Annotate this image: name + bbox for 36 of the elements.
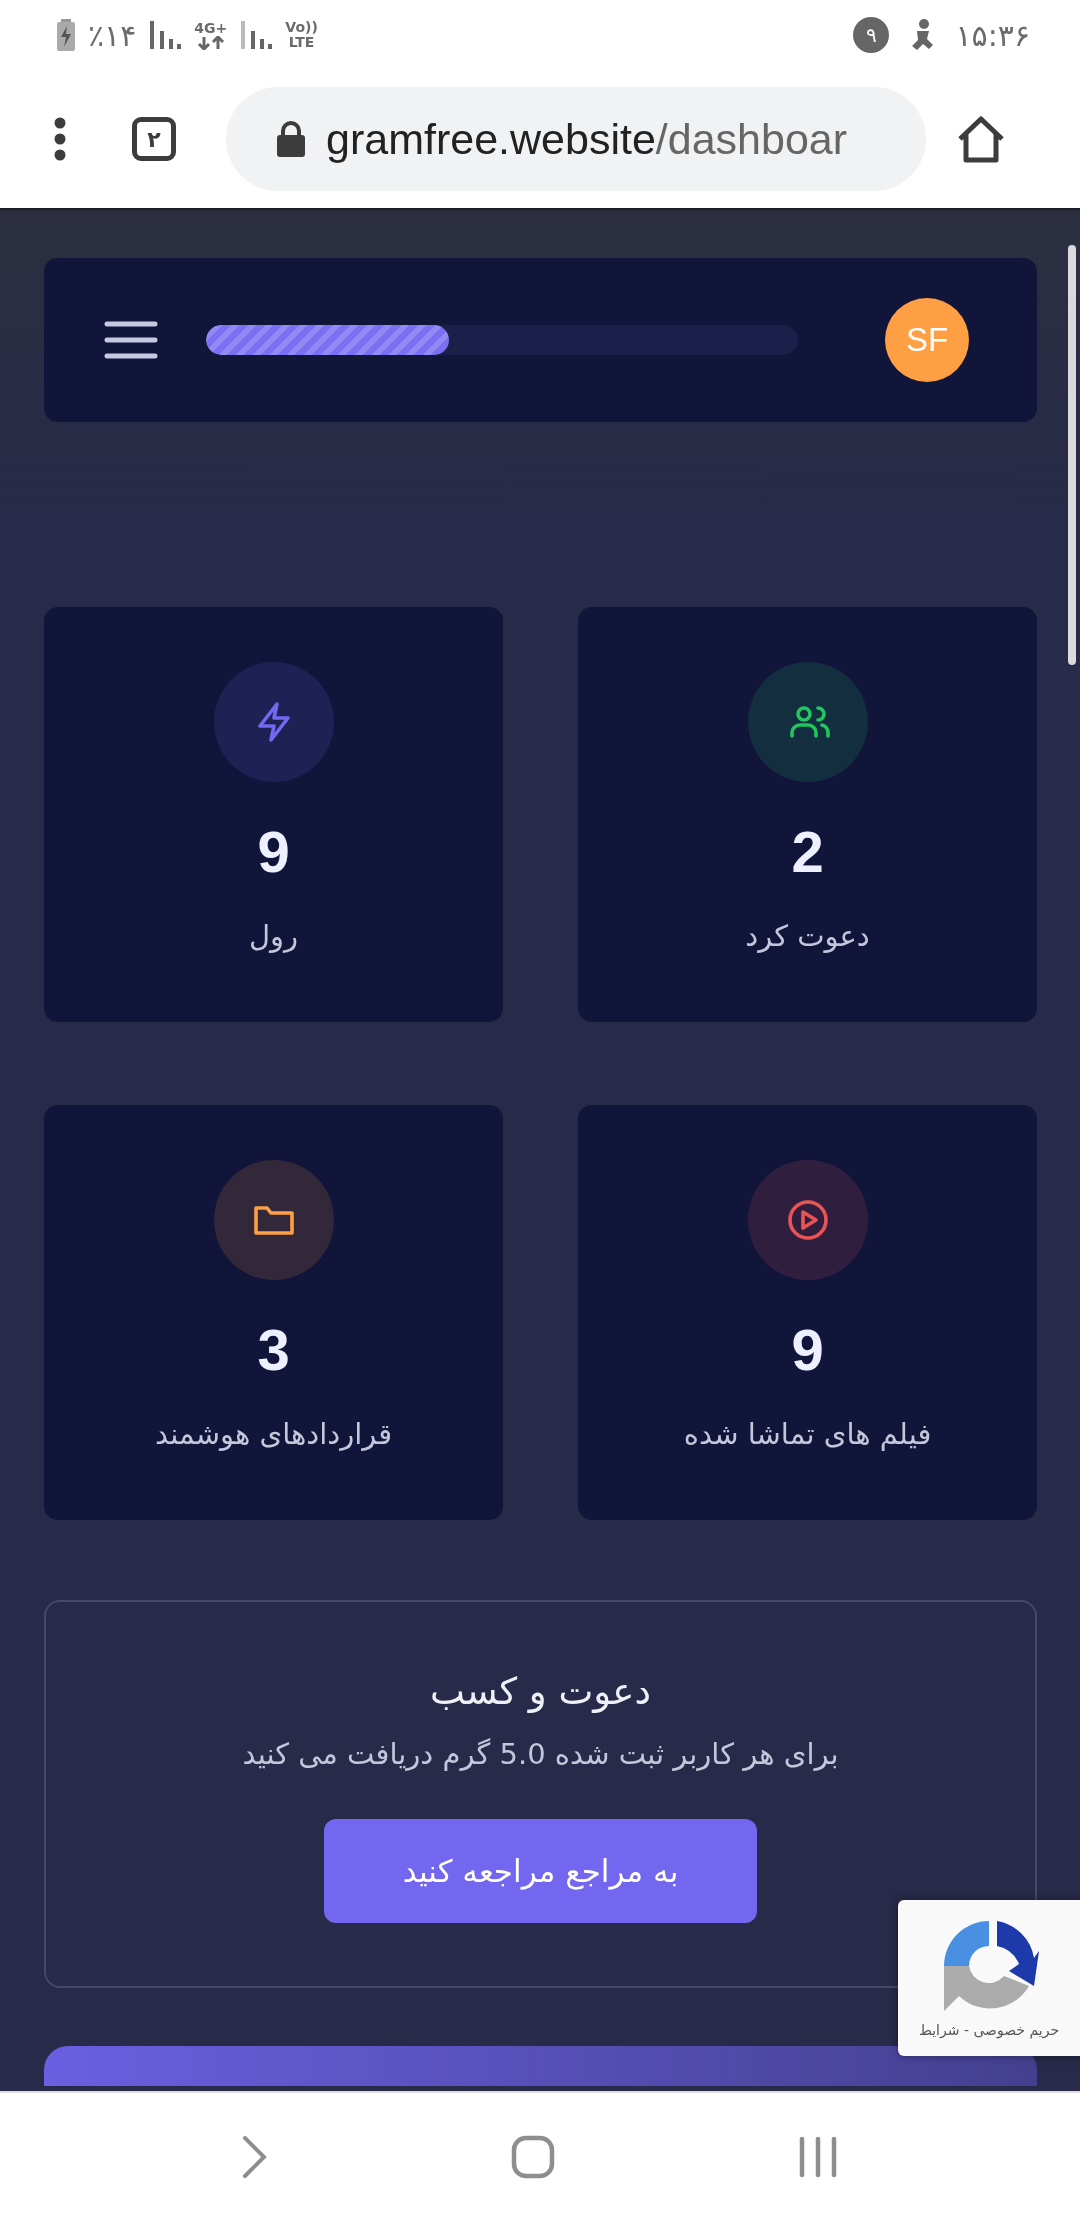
stat-value: 9	[257, 818, 290, 885]
battery-icon	[56, 19, 76, 51]
invite-text: برای هر کاربر ثبت شده 5.0 گرم دریافت می کنید	[242, 1737, 839, 1771]
lightning-icon	[213, 662, 334, 782]
menu-icon[interactable]	[104, 320, 158, 360]
volte-label: LTE	[287, 35, 316, 50]
stat-value: 3	[257, 1316, 290, 1383]
users-icon	[747, 662, 868, 782]
folder-icon	[213, 1160, 334, 1280]
privacy-terms-links[interactable]: حریم خصوصی - شرایط	[918, 2022, 1060, 2038]
lock-icon	[276, 121, 306, 157]
signal-icon	[239, 21, 274, 49]
home-icon[interactable]	[956, 115, 1006, 163]
stat-value: 2	[791, 818, 824, 885]
referral-button[interactable]: به مراجع مراجعه کنید	[324, 1819, 757, 1923]
back-icon[interactable]	[241, 2134, 268, 2179]
network-type: 4G+	[194, 20, 228, 36]
stat-label: فیلم های تماشا شده	[683, 1417, 932, 1451]
recent-apps-icon[interactable]	[798, 2135, 839, 2178]
more-options-icon[interactable]	[54, 117, 66, 161]
stat-label: رول	[248, 919, 299, 953]
url-text: gramfree.website/dashboar	[326, 114, 848, 164]
data-arrows-icon	[196, 35, 225, 50]
stat-value: 9	[791, 1316, 824, 1383]
volte-label: Vo))	[285, 20, 318, 35]
play-icon	[747, 1160, 868, 1280]
tab-switcher-button[interactable]: ۲	[132, 117, 176, 161]
address-bar[interactable]: gramfree.website/dashboar	[226, 87, 926, 191]
signal-icon	[148, 21, 183, 49]
stat-label: دعوت کرد	[745, 919, 870, 953]
battery-percent: ٪۱۴	[88, 17, 137, 53]
home-button-icon[interactable]	[511, 2134, 555, 2179]
notification-badge: ۹	[853, 17, 890, 53]
invite-title: دعوت و کسب	[430, 1670, 651, 1713]
stat-label: قراردادهای هوشمند	[154, 1417, 393, 1451]
clock: ۱۵:۳۶	[955, 17, 1030, 53]
